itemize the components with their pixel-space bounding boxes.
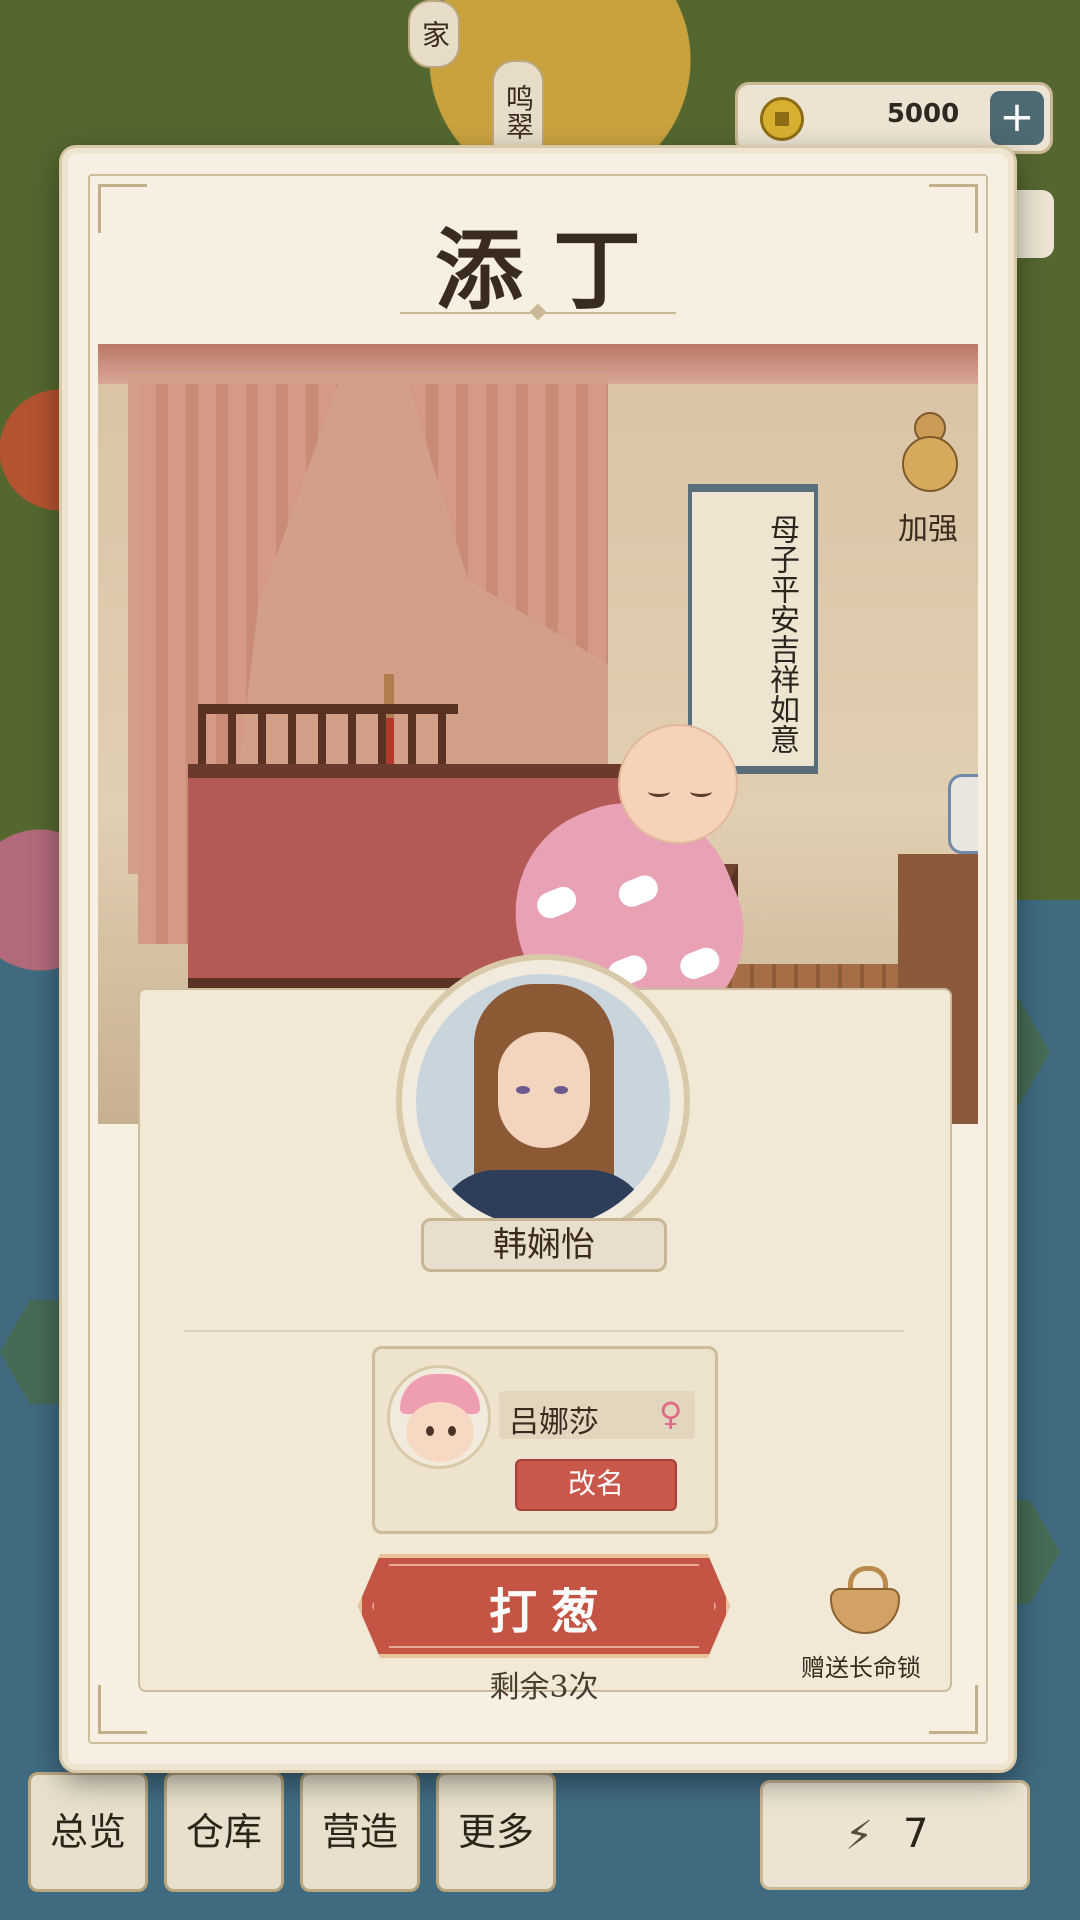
add-currency-button[interactable]: + <box>990 91 1044 145</box>
gourd-icon <box>898 412 958 492</box>
energy-panel: ⚡ 7 <box>760 1780 1030 1890</box>
lightning-icon: ⚡ <box>845 1813 874 1859</box>
baby-eye <box>648 786 670 797</box>
section-divider <box>184 1330 904 1332</box>
frame-corner-ornament <box>98 1685 147 1734</box>
remaining-count: 剩余3次 <box>489 1670 599 1705</box>
mother-eyes <box>516 1086 530 1094</box>
child-name: 吕娜莎 <box>509 1405 599 1440</box>
frame-corner-ornament <box>929 1685 978 1734</box>
child-card: 吕娜莎 ♀ 改名 <box>372 1346 718 1534</box>
mother-name: 韩娴怡 <box>421 1218 667 1272</box>
energy-value: 7 <box>903 1811 929 1857</box>
scroll-text: 母子平安吉祥如意 <box>764 514 799 754</box>
child-eyes <box>426 1426 434 1436</box>
birth-event-dialog: 添丁 母子平安吉祥如意 加强 韩娴怡 吕娜莎 ♀ 改名 打葱 剩余3次 赠送长命… <box>62 148 1014 1770</box>
enhance-label: 加强 <box>898 512 958 547</box>
nav-build-button[interactable]: 营造 <box>300 1772 420 1892</box>
nav-more-button[interactable]: 更多 <box>436 1772 556 1892</box>
child-avatar <box>387 1365 491 1469</box>
porcelain-jar <box>948 774 978 854</box>
enhance-button[interactable]: 加强 <box>878 412 978 562</box>
currency-bar: 5000 + <box>735 82 1053 154</box>
child-name-box: 吕娜莎 ♀ <box>499 1391 695 1440</box>
portrait-background <box>416 974 670 1228</box>
rename-button[interactable]: 改名 <box>515 1459 677 1511</box>
map-tag-home[interactable]: 家 <box>408 0 460 68</box>
beat-scallion-label: 打葱 <box>488 1584 613 1640</box>
mother-face <box>498 1032 590 1148</box>
beat-scallion-button[interactable]: 打葱 <box>358 1554 730 1658</box>
coin-icon <box>760 97 804 141</box>
coin-value: 5000 <box>886 99 960 129</box>
gift-longevity-lock-button[interactable]: 赠送长命锁 <box>786 1566 936 1686</box>
nav-warehouse-button[interactable]: 仓库 <box>164 1772 284 1892</box>
longevity-lock-icon <box>830 1566 900 1636</box>
gift-longevity-lock-label: 赠送长命锁 <box>801 1654 921 1682</box>
female-icon: ♀ <box>659 1395 683 1433</box>
child-face <box>406 1402 474 1462</box>
baby-head <box>618 724 738 844</box>
mother-portrait <box>396 954 690 1248</box>
nav-overview-button[interactable]: 总览 <box>28 1772 148 1892</box>
baby-eye <box>690 786 712 797</box>
